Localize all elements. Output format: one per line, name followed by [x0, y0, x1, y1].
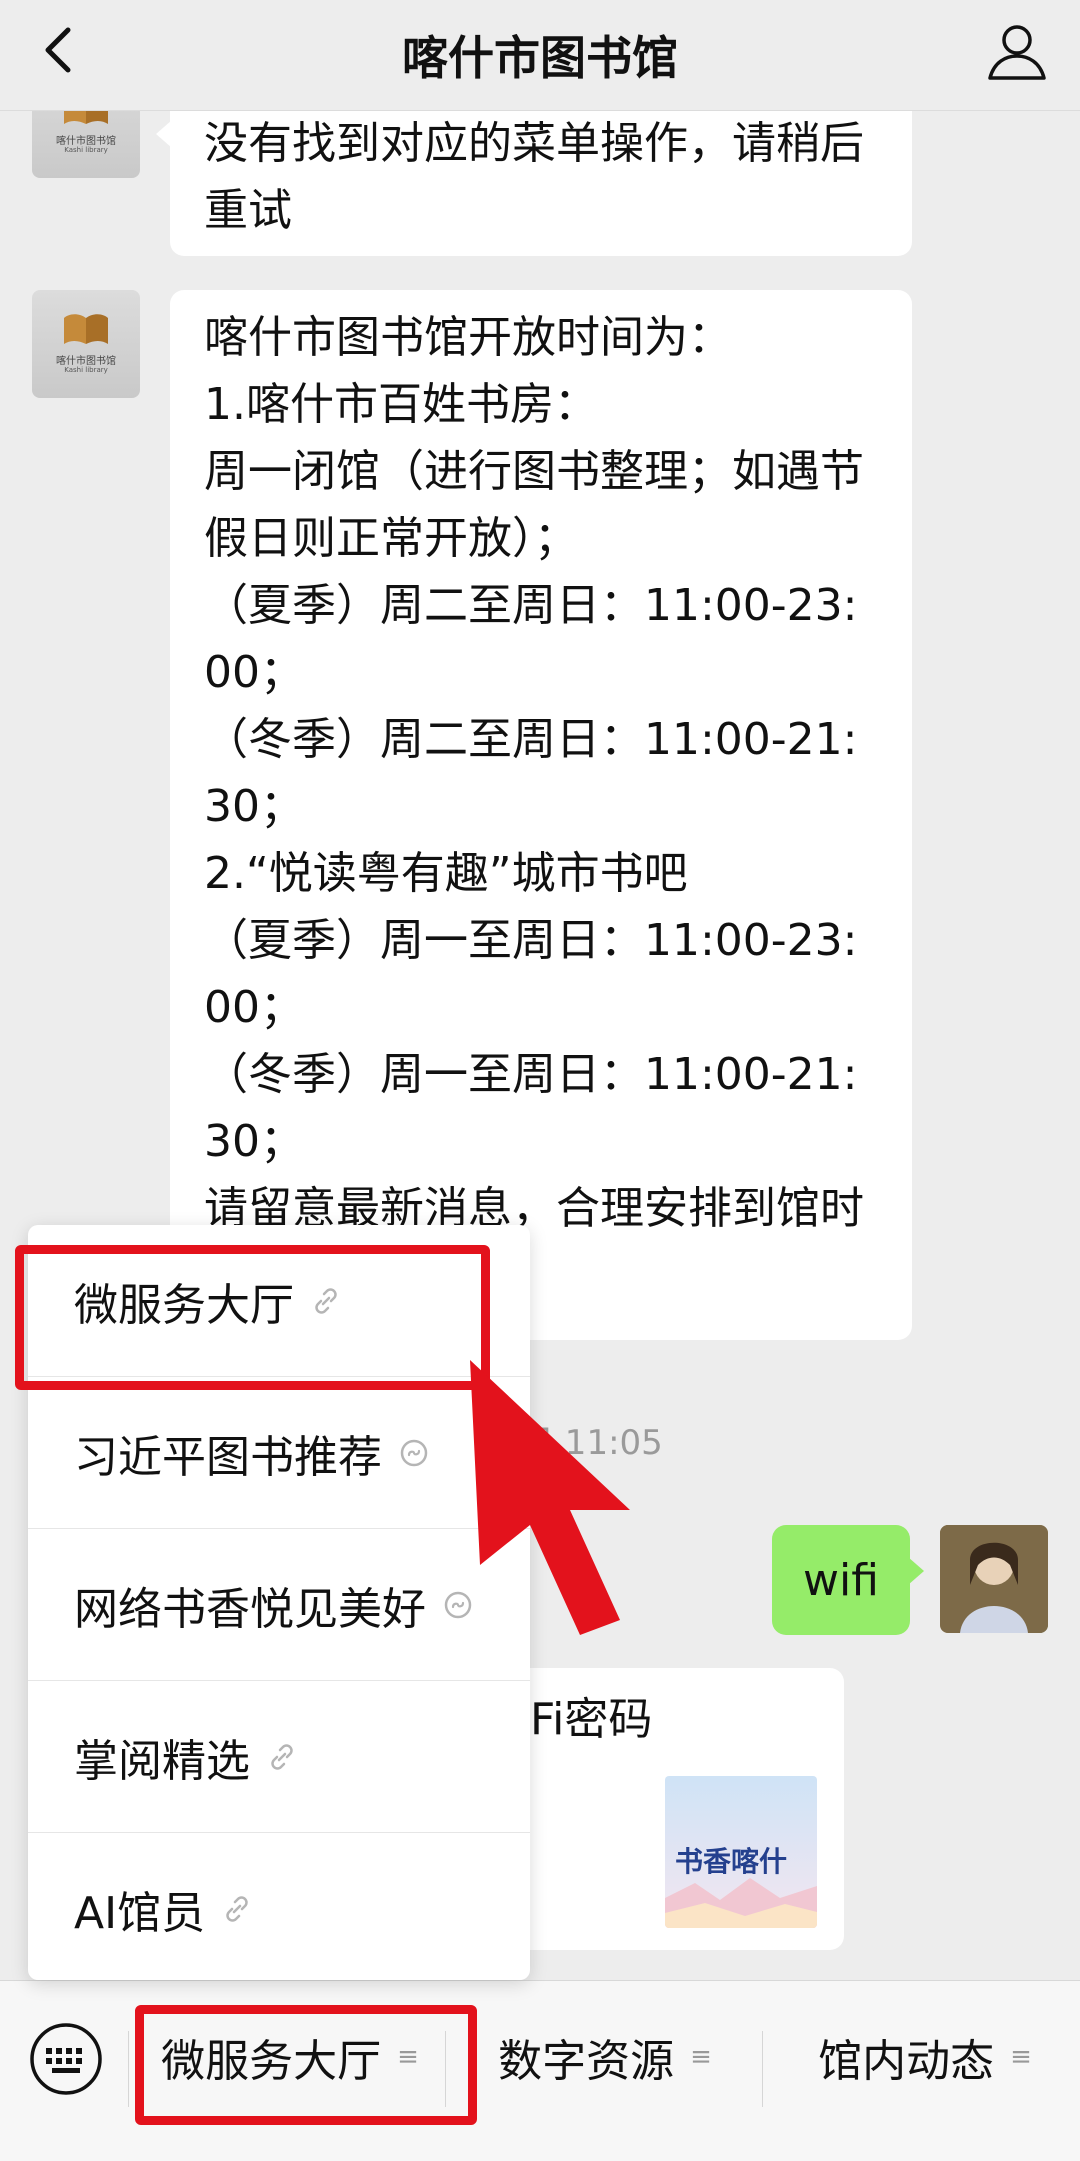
link-icon: [271, 1743, 293, 1770]
mountain-illustration: [665, 1878, 817, 1928]
user-message-bubble[interactable]: wifi: [772, 1525, 924, 1635]
popup-item-label: AI馆员: [74, 1888, 206, 1939]
mini-program-icon: [400, 1439, 428, 1466]
menu-lines-icon: ≡: [1010, 2042, 1032, 2072]
profile-icon[interactable]: [984, 18, 1050, 84]
annotation-highlight-box: [135, 2005, 477, 2125]
divider: [762, 2031, 763, 2107]
message-line: 30；: [204, 1116, 304, 1167]
menu-lines-icon: ≡: [690, 2042, 712, 2072]
logo-subtext: Kashi library: [64, 366, 108, 374]
logo-text: 喀什市图书馆: [56, 356, 116, 367]
popup-item-label: 习近平图书推荐: [74, 1431, 382, 1483]
message-line: 30；: [204, 781, 304, 832]
message-line: 1.喀什市百姓书房：: [204, 379, 598, 430]
message-line: 00；: [204, 647, 304, 698]
popup-item-zhangyue-selection[interactable]: 掌阅精选: [28, 1681, 530, 1833]
message-bubble[interactable]: 没有找到对应的菜单操作，请稍后 重试: [156, 110, 912, 256]
annotation-arrow-icon: [470, 1360, 630, 1635]
message-line: 周一闭馆（进行图书整理；如遇节: [204, 446, 864, 497]
message-line: 00；: [204, 982, 304, 1033]
logo-subtext: Kashi library: [64, 146, 108, 154]
user-photo: [940, 1525, 1048, 1633]
menu-tab-label: 数字资源: [498, 2036, 675, 2087]
annotation-highlight-box: [15, 1245, 490, 1390]
message-line: 没有找到对应的菜单操作，请稍后: [204, 118, 864, 169]
message-line: （夏季）周一至周日：11:00-23:: [204, 915, 858, 966]
popup-item-label: 掌阅精选: [74, 1735, 250, 1787]
mini-program-icon: [444, 1591, 472, 1618]
popup-item-online-reading[interactable]: 网络书香悦见美好: [28, 1529, 530, 1681]
keyboard-icon[interactable]: [28, 2021, 104, 2097]
message-line: 假日则正常开放）；: [204, 513, 578, 564]
book-logo-icon: [64, 110, 108, 124]
menu-tab-library-news[interactable]: 馆内动态 ≡: [770, 2009, 1080, 2105]
logo-text: 喀什市图书馆: [56, 136, 116, 147]
user-message-text: wifi: [803, 1554, 879, 1606]
top-bar: 喀什市图书馆: [0, 0, 1080, 111]
divider: [128, 2031, 129, 2107]
user-avatar[interactable]: [940, 1525, 1048, 1633]
message-line: （夏季）周二至周日：11:00-23:: [204, 580, 858, 631]
message-line: （冬季）周一至周日：11:00-21:: [204, 1049, 858, 1100]
message-bubble[interactable]: 喀什市图书馆开放时间为： 1.喀什市百姓书房： 周一闭馆（进行图书整理；如遇节 …: [170, 290, 912, 1340]
book-logo-icon: [64, 314, 108, 344]
popup-item-label: 网络书香悦见美好: [74, 1583, 426, 1635]
library-avatar[interactable]: 喀什市图书馆 Kashi library: [32, 290, 140, 398]
link-icon: [226, 1896, 248, 1922]
reply-title: Fi密码: [530, 1694, 653, 1745]
menu-tab-digital-resources[interactable]: 数字资源 ≡: [450, 2009, 760, 2105]
menu-tab-label: 馆内动态: [818, 2036, 995, 2087]
popup-item-ai-librarian[interactable]: AI馆员: [28, 1833, 530, 1985]
page-title: 喀什市图书馆: [402, 31, 678, 85]
popup-item-xi-book-recommend[interactable]: 习近平图书推荐: [28, 1377, 530, 1529]
library-avatar[interactable]: 喀什市图书馆 Kashi library: [32, 110, 140, 178]
message-line: 重试: [204, 185, 292, 236]
reply-card-image: 书香喀什: [665, 1776, 817, 1928]
message-line: 2.“悦读粤有趣”城市书吧: [204, 848, 688, 899]
message-line: （冬季）周二至周日：11:00-21:: [204, 714, 858, 765]
message-line: 喀什市图书馆开放时间为：: [204, 312, 732, 363]
